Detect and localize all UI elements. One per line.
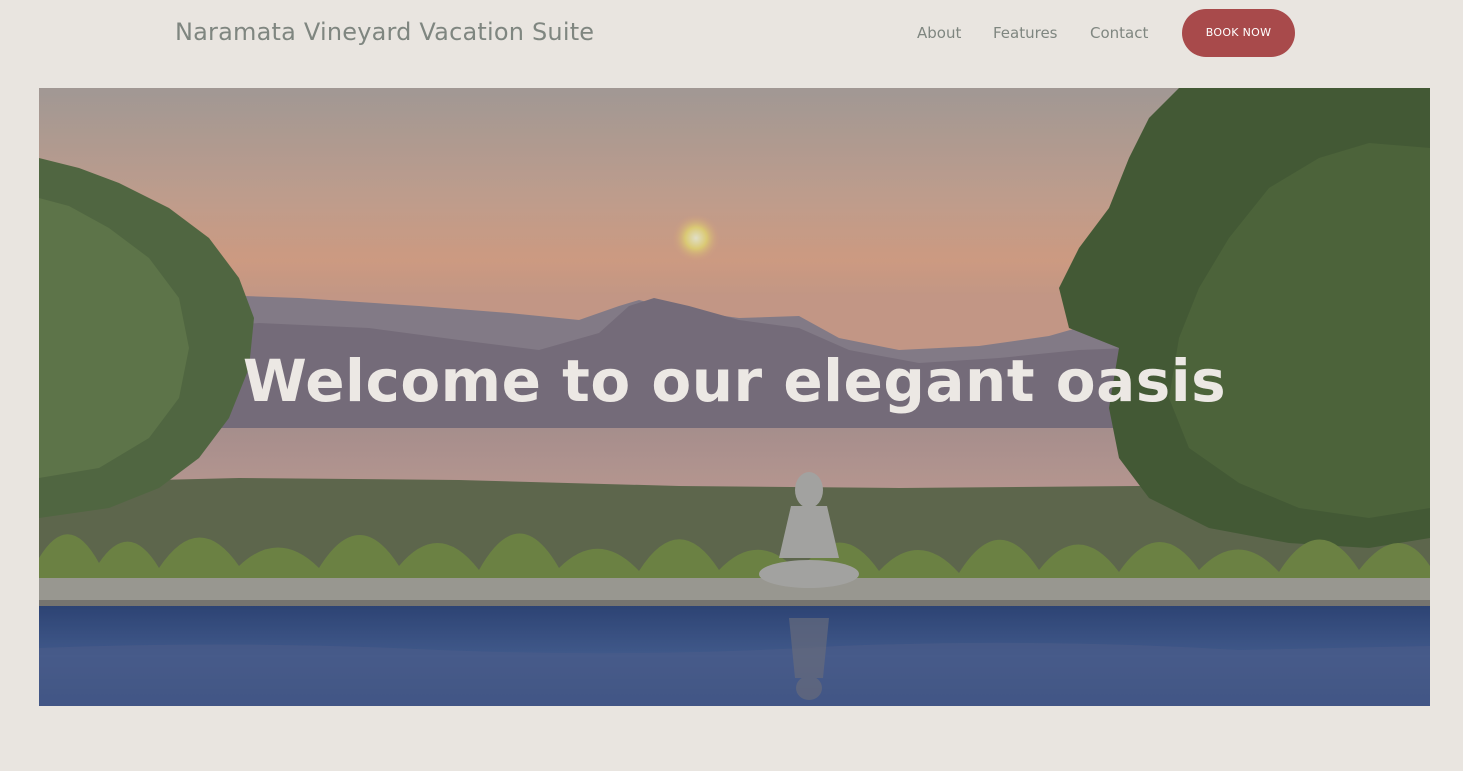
- site-title-link[interactable]: Naramata Vineyard Vacation Suite: [175, 16, 594, 48]
- nav-contact-link[interactable]: Contact: [1090, 22, 1148, 44]
- book-now-button[interactable]: BOOK NOW: [1182, 9, 1295, 57]
- hero-heading: Welcome to our elegant oasis: [242, 347, 1227, 415]
- hero-section: Welcome to our elegant oasis: [39, 88, 1430, 706]
- nav-about-link[interactable]: About: [917, 22, 961, 44]
- site-header: Naramata Vineyard Vacation Suite About F…: [0, 0, 1463, 66]
- nav-features-link[interactable]: Features: [993, 22, 1058, 44]
